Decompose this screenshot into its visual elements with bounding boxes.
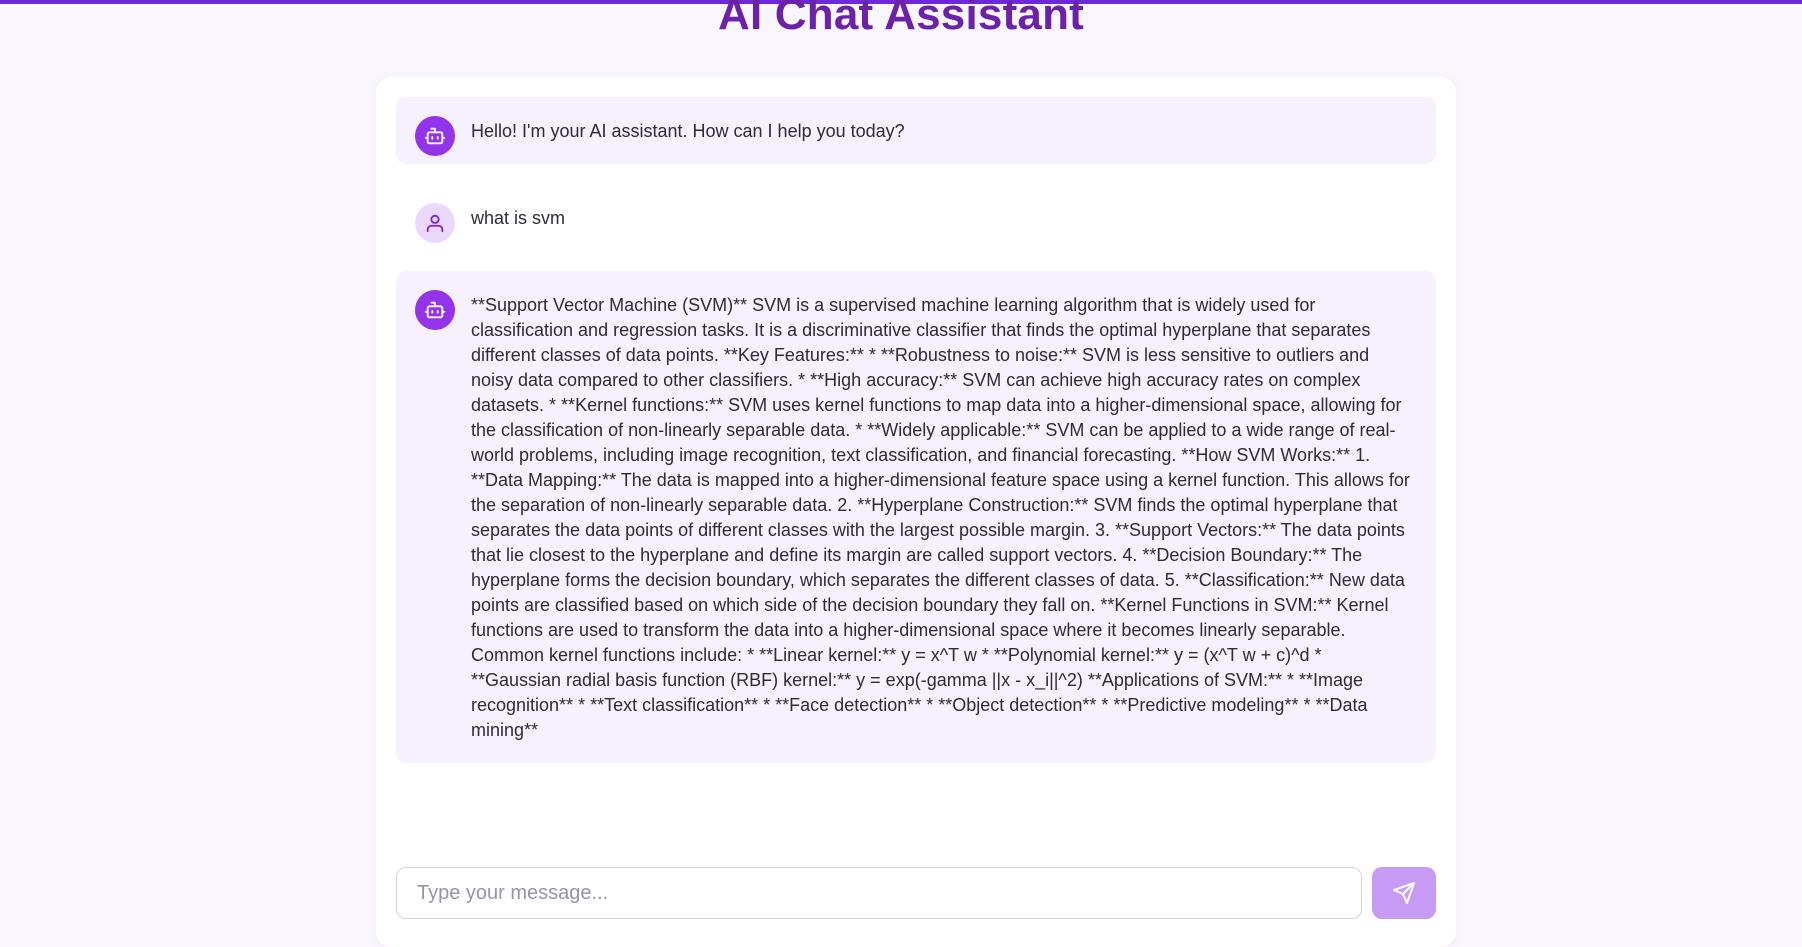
message-text: what is svm bbox=[471, 208, 566, 228]
message-input[interactable] bbox=[396, 867, 1362, 919]
composer bbox=[396, 867, 1436, 919]
bot-icon bbox=[424, 301, 446, 319]
message-list[interactable]: Hello! I'm your AI assistant. How can I … bbox=[396, 97, 1436, 783]
send-button[interactable] bbox=[1372, 867, 1436, 919]
page-title: AI Chat Assistant bbox=[717, 0, 1085, 39]
bot-avatar bbox=[415, 290, 455, 330]
assistant-message: **Support Vector Machine (SVM)** SVM is … bbox=[396, 271, 1436, 763]
user-message: what is svm bbox=[396, 184, 1436, 251]
chat-container: Hello! I'm your AI assistant. How can I … bbox=[376, 77, 1456, 947]
send-icon bbox=[1393, 882, 1415, 904]
user-avatar bbox=[415, 203, 455, 243]
message-text: **Support Vector Machine (SVM)** SVM is … bbox=[471, 295, 1410, 740]
bot-avatar bbox=[415, 116, 455, 156]
user-icon bbox=[426, 214, 444, 233]
assistant-message: Hello! I'm your AI assistant. How can I … bbox=[396, 97, 1436, 164]
message-text: Hello! I'm your AI assistant. How can I … bbox=[471, 121, 905, 141]
bot-icon bbox=[424, 127, 446, 145]
